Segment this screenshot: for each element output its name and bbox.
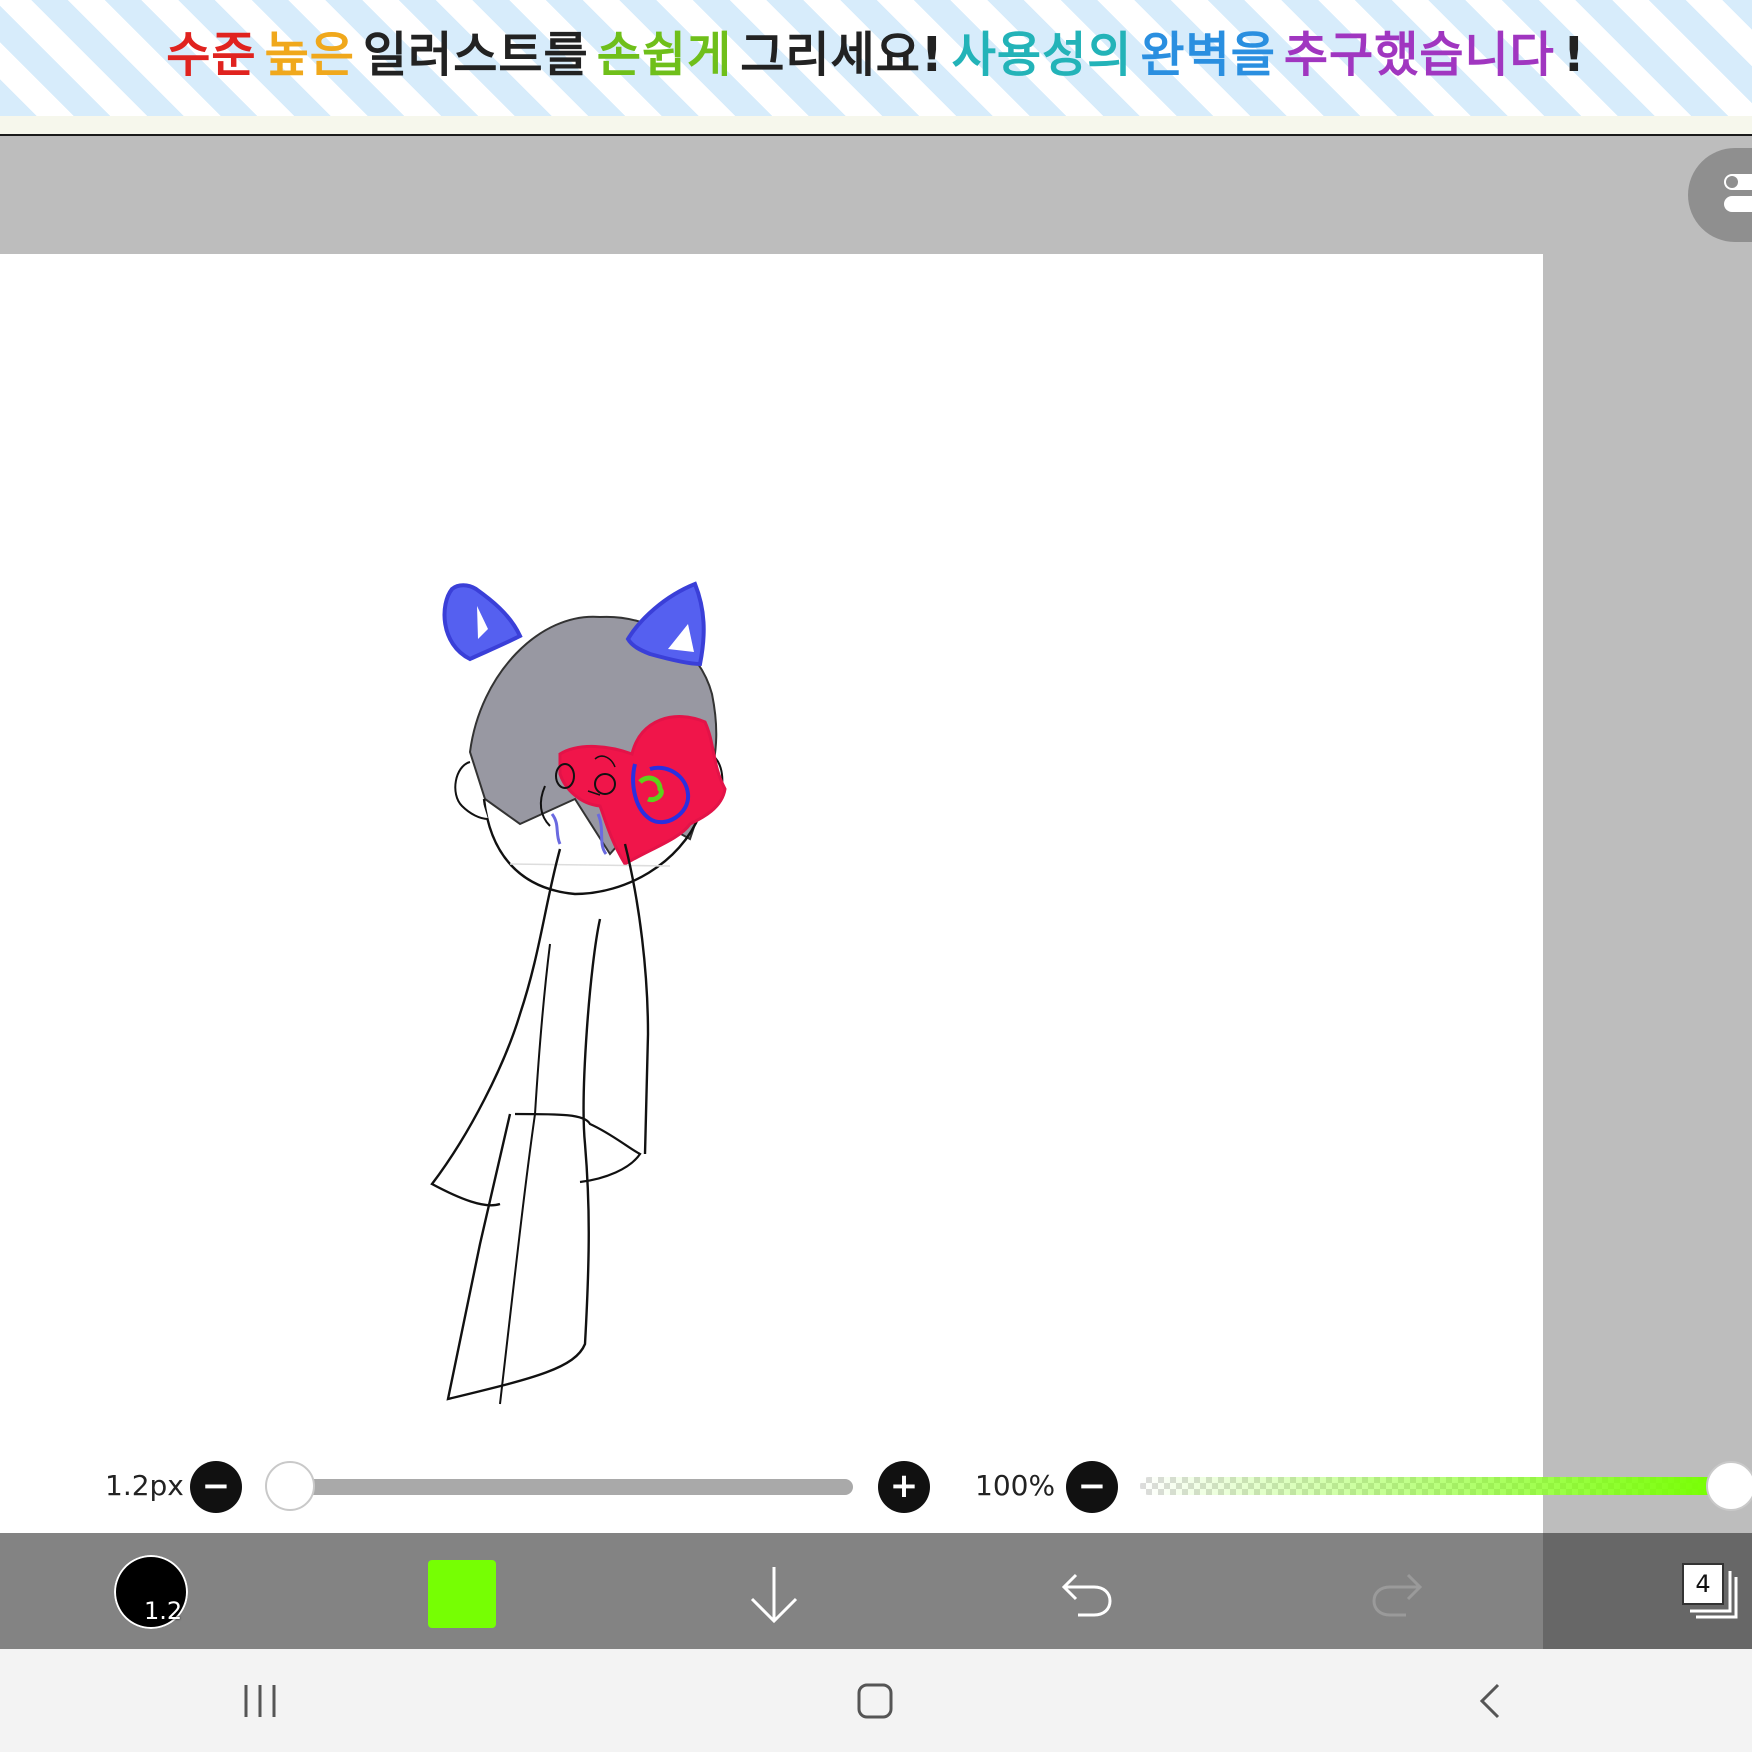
redo-icon[interactable] [1370,1563,1426,1619]
back-icon[interactable] [1476,1682,1506,1720]
brush-button[interactable]: 1.2 [114,1555,188,1629]
home-icon[interactable] [855,1682,895,1720]
toolbar-toggle-icon[interactable] [1688,148,1752,242]
layers-button[interactable]: 4 [1682,1563,1740,1621]
brush-size-label: 1.2px [105,1469,184,1502]
recent-apps-icon[interactable] [240,1682,280,1720]
download-icon[interactable] [746,1563,802,1627]
workspace[interactable] [0,136,1752,1533]
brush-settings-bar: 1.2px − + 100% − [0,1455,1752,1519]
banner-text: 수준 높은 일러스트를 손쉽게 그리세요! 사용성의 완벽을 추구했습니다! [0,22,1752,88]
drawing-canvas[interactable] [0,254,1543,1533]
banner-word: ! [1562,27,1586,83]
brush-size-decrease-button[interactable]: − [190,1461,242,1513]
banner-word: 사용성의 [951,27,1133,83]
opacity-slider[interactable] [1140,1477,1720,1495]
opacity-decrease-button[interactable]: − [1066,1461,1118,1513]
layer-count: 4 [1682,1563,1724,1605]
ad-banner[interactable]: 수준 높은 일러스트를 손쉽게 그리세요! 사용성의 완벽을 추구했습니다! [0,0,1752,116]
banner-divider [0,116,1752,136]
opacity-label: 100% [975,1469,1056,1502]
banner-word: 손쉽게 [596,27,733,83]
brush-size-increase-button[interactable]: + [878,1461,930,1513]
opacity-slider-thumb[interactable] [1706,1461,1752,1511]
banner-word: 추구했습니다 [1283,27,1555,83]
banner-word: 그리세요! [740,27,944,83]
banner-word: 높은 [264,27,355,83]
brush-size-slider[interactable] [268,1479,853,1495]
banner-word: 일러스트를 [362,27,589,83]
bottom-toolbar: 1.2 4 [0,1533,1752,1649]
system-navigation-bar [0,1649,1752,1752]
banner-word: 수준 [166,27,257,83]
color-picker-button[interactable] [428,1560,496,1628]
undo-icon[interactable] [1058,1563,1114,1619]
artwork [430,581,727,1405]
brush-size-slider-thumb[interactable] [265,1461,315,1511]
banner-word: 완벽을 [1140,27,1276,83]
brush-size-badge: 1.2 [144,1597,183,1625]
